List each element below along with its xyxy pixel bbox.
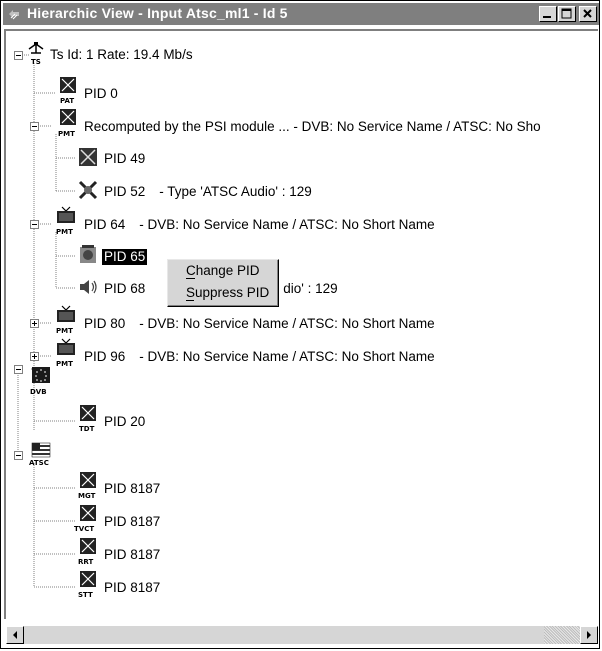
- pmt-table-icon: [60, 109, 76, 125]
- scroll-left-button[interactable]: [6, 626, 24, 644]
- collapse-atsc-toggle[interactable]: [14, 451, 23, 460]
- pat-table-icon: [60, 77, 76, 93]
- arrow-left-icon: [13, 631, 17, 639]
- pid20-label: PID 20: [104, 414, 146, 429]
- pmt64-label: PID 64- DVB: No Service Name / ATSC: No …: [84, 217, 435, 232]
- arrow-right-icon: [587, 631, 591, 639]
- pmt-main-caption: PMT: [58, 130, 75, 138]
- scroll-thumb[interactable]: [24, 626, 544, 644]
- minimize-button[interactable]: [539, 6, 557, 22]
- collapse-root-toggle[interactable]: [14, 51, 23, 60]
- rrt-table-icon: [80, 538, 96, 554]
- tdt-table-icon: [80, 405, 96, 421]
- video-stream-icon: [80, 245, 96, 263]
- expand-pmt96-toggle[interactable]: [30, 352, 39, 361]
- tree-view[interactable]: TS Ts Id: 1 Rate: 19.4 Mb/s PAT PID 0 PM…: [4, 29, 598, 619]
- stt-caption: STT: [78, 591, 93, 599]
- menu-item-suppress-pid[interactable]: Suppress PID: [186, 285, 269, 300]
- tvct-caption: TVCT: [74, 525, 95, 533]
- pid49-label: PID 49: [104, 151, 146, 166]
- pmt-main-label: Recomputed by the PSI module ... - DVB: …: [84, 119, 541, 134]
- pmt80-label: PID 80- DVB: No Service Name / ATSC: No …: [84, 316, 435, 331]
- dvb-caption: DVB: [30, 388, 47, 396]
- stt-label: PID 8187: [104, 580, 161, 595]
- video-stream-icon: [79, 148, 97, 166]
- window-title: Hierarchic View - Input Atsc_ml1 - Id 5: [27, 5, 288, 21]
- pid65-label: PID 65: [102, 249, 148, 265]
- close-button[interactable]: [579, 6, 597, 22]
- tdt-caption: TDT: [79, 425, 95, 433]
- speaker-audio-icon: [80, 280, 97, 294]
- ts-caption: TS: [31, 58, 41, 66]
- scroll-right-button[interactable]: [580, 626, 598, 644]
- menu-item-change-pid[interactable]: Change PID: [186, 263, 260, 278]
- pmt96-caption: PMT: [56, 360, 73, 368]
- mgt-caption: MGT: [78, 492, 96, 500]
- maximize-button[interactable]: [558, 6, 576, 22]
- title-bar[interactable]: Hierarchic View - Input Atsc_ml1 - Id 5: [3, 3, 599, 25]
- rrt-caption: RRT: [78, 558, 94, 566]
- atsc-caption: ATSC: [29, 459, 49, 467]
- pid52-label: PID 52- Type 'ATSC Audio' : 129: [104, 184, 312, 199]
- maximize-icon: [561, 8, 572, 19]
- collapse-pmt-main-toggle[interactable]: [30, 122, 39, 131]
- tv-pmt-icon: [57, 305, 75, 322]
- close-icon: [583, 9, 592, 18]
- app-icon: [9, 10, 19, 20]
- audio-stream-icon: [78, 180, 98, 200]
- pid0-label: PID 0: [84, 86, 118, 101]
- suppress-pid-label: Suppress PID: [186, 285, 270, 300]
- eu-flag-icon: [32, 367, 50, 383]
- stt-table-icon: [80, 571, 96, 587]
- minimize-icon: [543, 16, 551, 18]
- tv-pmt-icon: [57, 338, 75, 355]
- suppress-mnemonic-underline: [186, 300, 194, 301]
- horizontal-scrollbar[interactable]: [6, 626, 598, 644]
- pmt64-caption: PMT: [56, 228, 73, 236]
- root-label: Ts Id: 1 Rate: 19.4 Mb/s: [50, 47, 193, 62]
- pmt80-caption: PMT: [56, 327, 73, 335]
- mgt-label: PID 8187: [104, 481, 161, 496]
- mgt-table-icon: [80, 472, 96, 488]
- scroll-track[interactable]: [544, 626, 580, 644]
- pat-caption: PAT: [60, 97, 75, 105]
- change-pid-label: Change PID: [186, 263, 260, 278]
- tv-pmt-icon: [57, 206, 75, 223]
- pmt96-label: PID 96- DVB: No Service Name / ATSC: No …: [84, 349, 435, 364]
- collapse-dvb-toggle[interactable]: [14, 365, 23, 374]
- rrt-label: PID 8187: [104, 547, 161, 562]
- change-mnemonic-underline: [186, 278, 195, 279]
- collapse-pmt64-toggle[interactable]: [30, 220, 39, 229]
- context-menu: Change PID Suppress PID: [167, 259, 279, 307]
- expand-pmt80-toggle[interactable]: [30, 319, 39, 328]
- tvct-label: PID 8187: [104, 514, 161, 529]
- hierarchic-view-window: Hierarchic View - Input Atsc_ml1 - Id 5: [0, 0, 600, 649]
- tvct-table-icon: [80, 505, 96, 521]
